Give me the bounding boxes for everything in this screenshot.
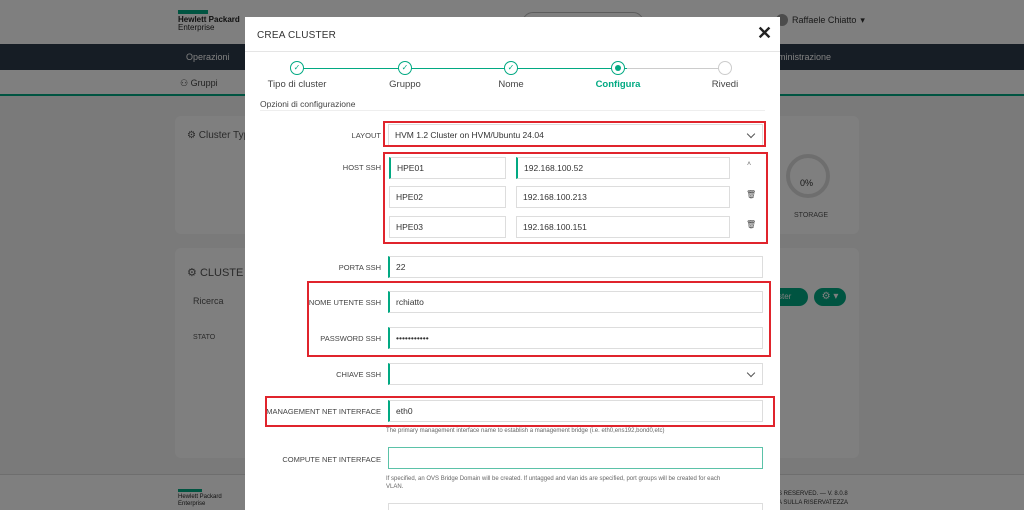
ssh-password-label: PASSWORD SSH [320,334,381,343]
mgmt-interface-label: MANAGEMENT NET INTERFACE [266,407,381,416]
step-name[interactable]: ✓ Nome [461,61,561,90]
ssh-port-label: PORTA SSH [338,263,381,272]
host-name-input[interactable]: HPE03 [389,216,506,238]
ssh-username-label: NOME UTENTE SSH [308,298,381,307]
section-title: Opzioni di configurazione [260,99,356,109]
mgmt-interface-input[interactable]: eth0 [388,400,763,422]
ssh-password-input[interactable]: ••••••••••• [388,327,763,349]
trash-icon[interactable]: 🗑 [746,220,756,229]
check-icon: ✓ [504,61,518,75]
host-ip-input[interactable]: 192.168.100.213 [516,186,730,208]
check-icon: ✓ [398,61,412,75]
compute-interface-label: COMPUTE NET INTERFACE [282,455,381,464]
ssh-key-label: CHIAVE SSH [336,370,381,379]
next-field-input[interactable] [388,503,763,510]
step-group[interactable]: ✓ Gruppo [355,61,455,90]
close-icon[interactable]: ✕ [757,23,772,44]
host-ip-input[interactable]: 192.168.100.52 [516,157,730,179]
modal-title: CREA CLUSTER [257,30,337,41]
layout-select[interactable]: HVM 1.2 Cluster on HVM/Ubuntu 24.04 [388,124,763,146]
chevron-down-icon [746,368,756,378]
compute-interface-help-1: If specified, an OVS Bridge Domain will … [386,476,721,482]
step-review[interactable]: Rivedi [675,61,775,90]
host-name-input[interactable]: HPE02 [389,186,506,208]
host-ip-input[interactable]: 192.168.100.151 [516,216,730,238]
trash-icon[interactable]: 🗑 [746,190,756,199]
layout-label: LAYOUT [351,131,381,140]
mgmt-interface-help: The primary management interface name to… [386,428,665,434]
chevron-down-icon [746,129,756,139]
host-name-input[interactable]: HPE01 [389,157,506,179]
ssh-key-select[interactable] [388,363,763,385]
ssh-username-input[interactable]: rchiatto [388,291,763,313]
ssh-port-input[interactable]: 22 [388,256,763,278]
compute-interface-input[interactable] [388,447,763,469]
caret-up-icon[interactable]: ˄ [747,161,751,168]
compute-interface-help-2: VLAN. [386,484,404,490]
host-ssh-label: HOST SSH [342,163,381,172]
create-cluster-modal: CREA CLUSTER ✕ ✓ Tipo di cluster ✓ Grupp… [245,17,780,510]
step-cluster-type[interactable]: ✓ Tipo di cluster [247,61,347,90]
active-step-icon [611,61,625,75]
pending-step-icon [718,61,732,75]
check-icon: ✓ [290,61,304,75]
step-configure[interactable]: Configura [568,61,668,90]
